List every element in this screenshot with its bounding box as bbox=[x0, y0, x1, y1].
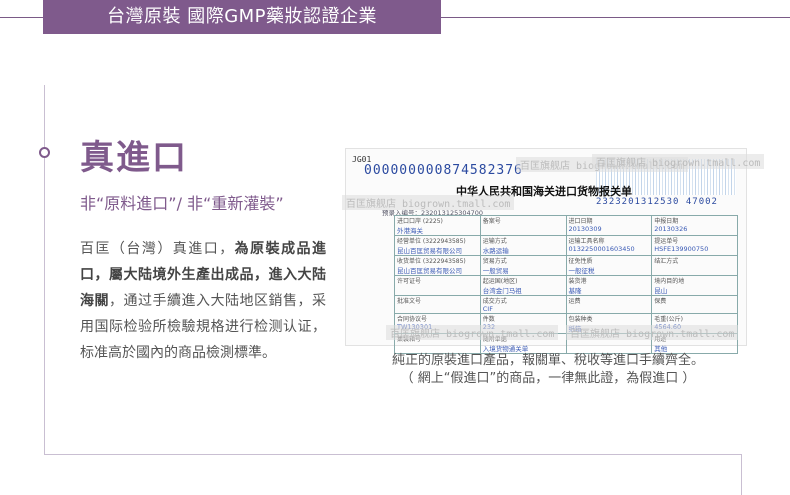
form-cell-label: 运费 bbox=[568, 298, 581, 305]
form-cell-label: 进口口岸 (2225) bbox=[397, 218, 443, 225]
form-cell: 收货单位 (3222943585) 昆山百匡贸易有限公司 bbox=[394, 255, 481, 276]
form-cell: 成交方式 CIF bbox=[479, 295, 567, 314]
form-cell-label: 运输方式 bbox=[482, 238, 507, 245]
form-cell-label: 提运单号 bbox=[654, 238, 679, 245]
image-caption: 純正的原裝進口產品，報關單、稅收等進口手續齊全。 （ 網上“假進口”的商品，一律… bbox=[348, 352, 748, 388]
form-cell-value: CIF bbox=[482, 305, 493, 313]
form-cell-value: 水路运输 bbox=[482, 247, 509, 255]
customs-declaration-image: JG01 000000000874582376 中华人民共和国海关进口货物报关单… bbox=[342, 148, 765, 354]
form-cell-value: 昆山 bbox=[654, 287, 668, 295]
form-cell: 运输工具名称 0132250001603450 bbox=[565, 235, 653, 256]
form-cell: 贸易方式 一般贸易 bbox=[479, 255, 567, 276]
caption-line-2: （ 網上“假進口”的商品，一律無此證，為假進口 ） bbox=[400, 371, 696, 386]
form-cell-label: 批准文号 bbox=[397, 298, 422, 305]
watermark: 百匡旗舰店 biogrown.tmall.com bbox=[592, 154, 765, 169]
form-cell-label: 运输工具名称 bbox=[568, 238, 605, 245]
form-cell-label: 成交方式 bbox=[482, 298, 507, 305]
form-row: 进口口岸 (2225) 外港海关 备案号 进口日期 20130309 申报日期 201303… bbox=[394, 215, 738, 236]
form-cell-label: 申报日期 bbox=[654, 218, 679, 225]
form-cell: 运费 bbox=[565, 295, 653, 314]
form-row: 经营单位 (3222943585) 昆山百匡贸易有限公司 运输方式 水路运输 运输工具名… bbox=[394, 235, 738, 256]
form-cell-label: 收货单位 (3222943585) bbox=[397, 258, 466, 265]
doc-sequence: 2323201312530 47002 bbox=[596, 197, 718, 207]
form-cell: 结汇方式 bbox=[651, 255, 738, 276]
form-cell: 申报日期 20130326 bbox=[651, 215, 738, 236]
form-cell-label: 征免性质 bbox=[568, 258, 593, 265]
frame-line-vertical-right bbox=[741, 454, 742, 495]
watermark: 百匡旗舰店 biogrown.tmall.com bbox=[386, 325, 559, 340]
form-cell: 起运国(地区) 台湾金门马祖 bbox=[479, 275, 567, 296]
form-cell-label: 进口日期 bbox=[568, 218, 593, 225]
form-cell-label: 毛重(公斤) bbox=[654, 316, 683, 323]
form-cell-value: 一般贸易 bbox=[482, 267, 509, 275]
form-cell: 备案号 bbox=[479, 215, 567, 236]
form-cell-value: 外港海关 bbox=[397, 227, 423, 235]
form-cell: 许可证号 bbox=[394, 275, 481, 296]
declaration-form-table: 进口口岸 (2225) 外港海关 备案号 进口日期 20130309 申报日期 201303… bbox=[394, 215, 738, 354]
watermark: 百匡旗舰店 biogrown.tmall.com bbox=[342, 195, 515, 210]
form-cell-label: 合同协议号 bbox=[397, 316, 428, 323]
form-cell: 装货港 基隆 bbox=[565, 275, 653, 296]
form-cell-label: 起运国(地区) bbox=[482, 278, 518, 285]
section-subtitle: 非“原料進口”/ 非“重新灌裝” bbox=[80, 194, 284, 213]
form-row: 收货单位 (3222943585) 昆山百匡贸易有限公司 贸易方式 一般贸易 征免性质一… bbox=[394, 255, 738, 276]
form-row: 许可证号 起运国(地区) 台湾金门马祖 装货港 基隆 境内目的地 昆山 bbox=[394, 275, 738, 296]
caption-line-1: 純正的原裝進口產品，報關單、稅收等進口手續齊全。 bbox=[391, 353, 704, 368]
form-cell-value: 一般征税 bbox=[568, 267, 595, 275]
form-cell-label: 包装种类 bbox=[568, 316, 593, 323]
form-cell: 经营单位 (3222943585) 昆山百匡贸易有限公司 bbox=[394, 235, 481, 256]
form-cell: 保费 bbox=[651, 295, 738, 314]
header-rule-right bbox=[441, 17, 790, 18]
form-cell-label: 装货港 bbox=[568, 278, 587, 285]
form-cell-value: 台湾金门马祖 bbox=[482, 287, 522, 295]
form-cell-label: 贸易方式 bbox=[482, 258, 507, 265]
form-cell: 境内目的地 昆山 bbox=[651, 275, 738, 296]
form-cell: 提运单号 HSFE139900750 bbox=[651, 235, 738, 256]
form-cell-label: 许可证号 bbox=[397, 278, 422, 285]
form-cell-label: 备案号 bbox=[482, 218, 501, 225]
watermark: 百匡旗舰店 biogrown.tmall.com bbox=[566, 325, 739, 340]
form-cell: 征免性质 一般征税 bbox=[565, 255, 653, 276]
form-cell-value: 昆山百匡贸易有限公司 bbox=[397, 267, 462, 275]
form-cell-label: 境内目的地 bbox=[654, 278, 685, 285]
section-title: 真進口 bbox=[80, 138, 188, 178]
bullet-icon bbox=[39, 147, 50, 158]
form-cell-value: 基隆 bbox=[568, 287, 582, 295]
form-row: 批准文号 成交方式 CIF 运费 保费 bbox=[394, 295, 738, 314]
description: 百匡（台灣）真進口，為原裝成品進口，屬大陆境外生產出成品，進入大陆海關，通过手續… bbox=[80, 236, 326, 366]
form-cell: 运输方式 水路运输 bbox=[479, 235, 567, 256]
form-cell: 进口日期 20130309 bbox=[565, 215, 653, 236]
frame-line-vertical bbox=[44, 85, 45, 454]
form-cell-label: 结汇方式 bbox=[654, 258, 679, 265]
form-cell-value: 0132250001603450 bbox=[568, 245, 635, 253]
form-cell-value: 20130326 bbox=[654, 225, 688, 233]
form-cell: 进口口岸 (2225) 外港海关 bbox=[394, 215, 481, 236]
form-cell-value: 20130309 bbox=[568, 225, 602, 233]
form-cell-value: HSFE139900750 bbox=[654, 245, 709, 253]
form-cell-label: 经营单位 (3222943585) bbox=[397, 238, 466, 245]
form-cell: 批准文号 bbox=[394, 295, 481, 314]
doc-number: 000000000874582376 bbox=[364, 163, 523, 178]
form-cell-label: 保费 bbox=[654, 298, 667, 305]
description-text-2: ，通过手續進入大陆地区銷售，采用国际检验所檢驗規格进行检测认证，标准高於國內的商… bbox=[80, 293, 326, 361]
frame-line-horizontal bbox=[44, 454, 741, 455]
description-text-1: 百匡（台灣）真進口， bbox=[80, 241, 235, 257]
header-rule-left bbox=[0, 17, 43, 18]
form-cell-value: 昆山百匡贸易有限公司 bbox=[397, 247, 462, 255]
header-title: 台灣原裝 國際GMP藥妝認證企業 bbox=[43, 0, 441, 34]
form-cell-label: 件数 bbox=[482, 316, 495, 323]
